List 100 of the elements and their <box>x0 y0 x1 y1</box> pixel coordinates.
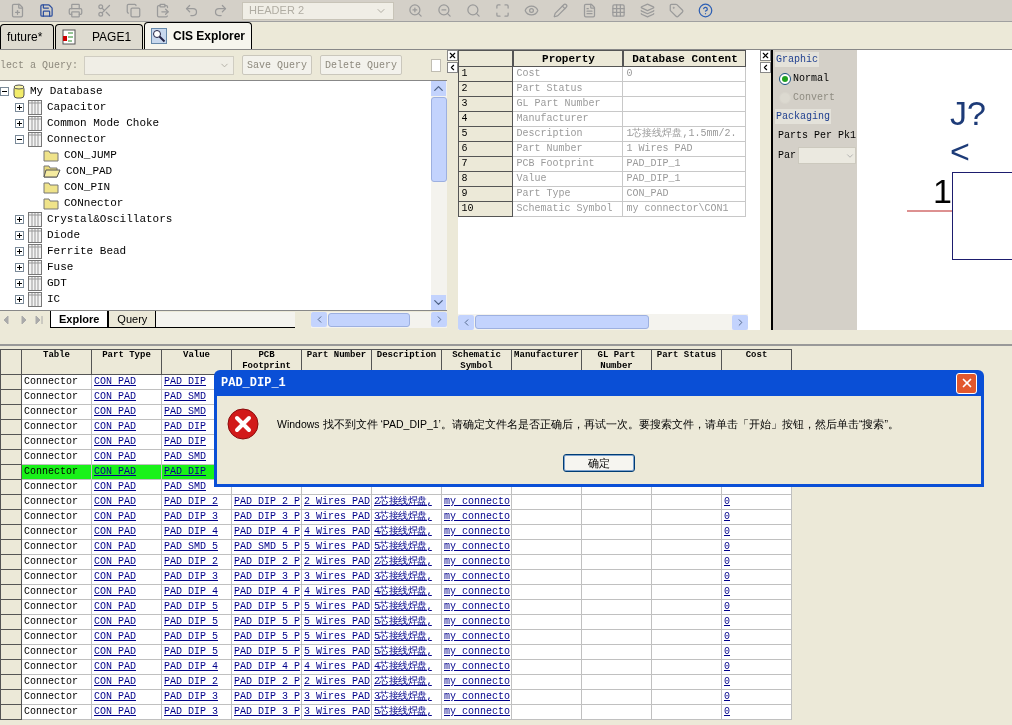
link-cell[interactable]: PAD DIP 3 P <box>232 570 302 585</box>
link-cell[interactable]: PAD DIP 4 P <box>232 660 302 675</box>
save-icon[interactable] <box>39 3 54 18</box>
explorer-tab[interactable]: Query <box>108 310 157 327</box>
row-header[interactable] <box>0 390 22 405</box>
link-cell[interactable]: 5芯接线焊盘, <box>372 705 442 720</box>
link-cell[interactable]: 0 <box>722 675 792 690</box>
link-cell[interactable]: 4芯接线焊盘, <box>372 525 442 540</box>
row-header[interactable] <box>0 510 22 525</box>
row-header[interactable] <box>0 690 22 705</box>
link-cell[interactable]: CON PAD <box>92 525 162 540</box>
link-cell[interactable]: PAD DIP 4 P <box>232 525 302 540</box>
link-cell[interactable]: 4芯接线焊盘, <box>372 660 442 675</box>
collapse-button[interactable] <box>447 62 458 73</box>
link-cell[interactable]: PAD DIP 2 P <box>232 675 302 690</box>
link-cell[interactable]: 0 <box>722 615 792 630</box>
link-cell[interactable]: 0 <box>722 555 792 570</box>
collapse-button[interactable] <box>759 62 771 73</box>
row-header[interactable] <box>0 420 22 435</box>
link-cell[interactable]: PAD DIP 2 <box>162 675 232 690</box>
explorer-tab[interactable]: Explore <box>50 310 109 327</box>
link-cell[interactable]: PAD DIP 5 <box>162 600 232 615</box>
link-cell[interactable]: 5 Wires PAD <box>302 540 372 555</box>
link-cell[interactable]: PAD DIP 5 P <box>232 615 302 630</box>
expand-icon[interactable] <box>15 214 24 224</box>
link-cell[interactable]: PAD DIP 4 <box>162 660 232 675</box>
link-cell[interactable]: CON PAD <box>92 450 162 465</box>
row-header[interactable] <box>0 540 22 555</box>
row-header[interactable] <box>0 570 22 585</box>
link-cell[interactable]: 4 Wires PAD <box>302 660 372 675</box>
row-header[interactable] <box>0 645 22 660</box>
link-cell[interactable]: CON PAD <box>92 390 162 405</box>
link-cell[interactable]: CON PAD <box>92 375 162 390</box>
tree-item[interactable]: CON_PIN <box>63 180 112 194</box>
link-cell[interactable]: PAD DIP 3 <box>162 570 232 585</box>
tree-item[interactable]: Ferrite Bead <box>46 244 128 258</box>
expand-icon[interactable] <box>15 102 24 112</box>
link-cell[interactable]: CON PAD <box>92 660 162 675</box>
close-button[interactable] <box>447 50 458 61</box>
view-radio[interactable]: Normal <box>775 71 857 86</box>
help-icon[interactable] <box>698 3 713 18</box>
link-cell[interactable]: 0 <box>722 525 792 540</box>
link-cell[interactable]: 0 <box>722 630 792 645</box>
scroll-thumb[interactable] <box>328 312 410 327</box>
link-cell[interactable]: my connecto <box>442 660 512 675</box>
link-cell[interactable]: 2芯接线焊盘, <box>372 555 442 570</box>
link-cell[interactable]: PAD SMD 5 P <box>232 540 302 555</box>
link-cell[interactable]: PAD DIP 3 <box>162 510 232 525</box>
link-cell[interactable]: PAD DIP 4 <box>162 585 232 600</box>
scroll-thumb[interactable] <box>475 315 650 329</box>
link-cell[interactable]: 0 <box>722 645 792 660</box>
link-cell[interactable]: my connecto <box>442 570 512 585</box>
tree-item[interactable]: My Database <box>29 84 104 98</box>
link-cell[interactable]: 3芯接线焊盘, <box>372 570 442 585</box>
scroll-thumb[interactable] <box>431 97 447 182</box>
link-cell[interactable]: CON PAD <box>92 570 162 585</box>
link-cell[interactable]: PAD DIP 2 <box>162 555 232 570</box>
link-cell[interactable]: PAD DIP 4 <box>162 525 232 540</box>
link-cell[interactable]: 5芯接线焊盘, <box>372 645 442 660</box>
link-cell[interactable]: 2 Wires PAD <box>302 675 372 690</box>
tree-item[interactable]: CON_JUMP <box>63 148 118 162</box>
link-cell[interactable]: 0 <box>722 510 792 525</box>
link-cell[interactable]: PAD DIP 2 P <box>232 555 302 570</box>
link-cell[interactable]: 4 Wires PAD <box>302 585 372 600</box>
link-cell[interactable]: my connecto <box>442 600 512 615</box>
link-cell[interactable]: 4芯接线焊盘, <box>372 585 442 600</box>
tree-item[interactable]: CONnector <box>63 196 125 210</box>
link-cell[interactable]: CON PAD <box>92 540 162 555</box>
link-cell[interactable]: 5芯接线焊盘, <box>372 600 442 615</box>
link-cell[interactable]: CON PAD <box>92 465 162 480</box>
link-cell[interactable]: PAD DIP 3 P <box>232 510 302 525</box>
link-cell[interactable]: 4 Wires PAD <box>302 525 372 540</box>
link-cell[interactable]: my connecto <box>442 540 512 555</box>
row-header[interactable] <box>0 705 22 720</box>
link-cell[interactable]: PAD DIP 3 P <box>232 705 302 720</box>
link-cell[interactable]: PAD SMD 5 <box>162 540 232 555</box>
link-cell[interactable]: 0 <box>722 690 792 705</box>
link-cell[interactable]: 5 Wires PAD <box>302 615 372 630</box>
row-header[interactable] <box>0 630 22 645</box>
link-cell[interactable]: my connecto <box>442 585 512 600</box>
tree-item[interactable]: Crystal&Oscillators <box>46 212 174 226</box>
row-header[interactable] <box>0 600 22 615</box>
row-header[interactable] <box>0 615 22 630</box>
tree-item[interactable]: Connector <box>46 132 108 146</box>
link-cell[interactable]: CON PAD <box>92 510 162 525</box>
close-button[interactable] <box>759 50 771 61</box>
link-cell[interactable]: PAD DIP 2 P <box>232 495 302 510</box>
link-cell[interactable]: CON PAD <box>92 690 162 705</box>
tree-item[interactable]: CON_PAD <box>65 164 114 178</box>
link-cell[interactable]: 2芯接线焊盘, <box>372 495 442 510</box>
link-cell[interactable]: 0 <box>722 660 792 675</box>
document-tab[interactable]: CIS Explorer <box>144 22 253 49</box>
link-cell[interactable]: PAD DIP 5 P <box>232 600 302 615</box>
link-cell[interactable]: my connecto <box>442 705 512 720</box>
link-cell[interactable]: CON PAD <box>92 645 162 660</box>
link-cell[interactable]: CON PAD <box>92 405 162 420</box>
row-header[interactable] <box>0 660 22 675</box>
link-cell[interactable]: my connecto <box>442 510 512 525</box>
link-cell[interactable]: PAD DIP 5 <box>162 630 232 645</box>
link-cell[interactable]: PAD DIP 4 P <box>232 585 302 600</box>
